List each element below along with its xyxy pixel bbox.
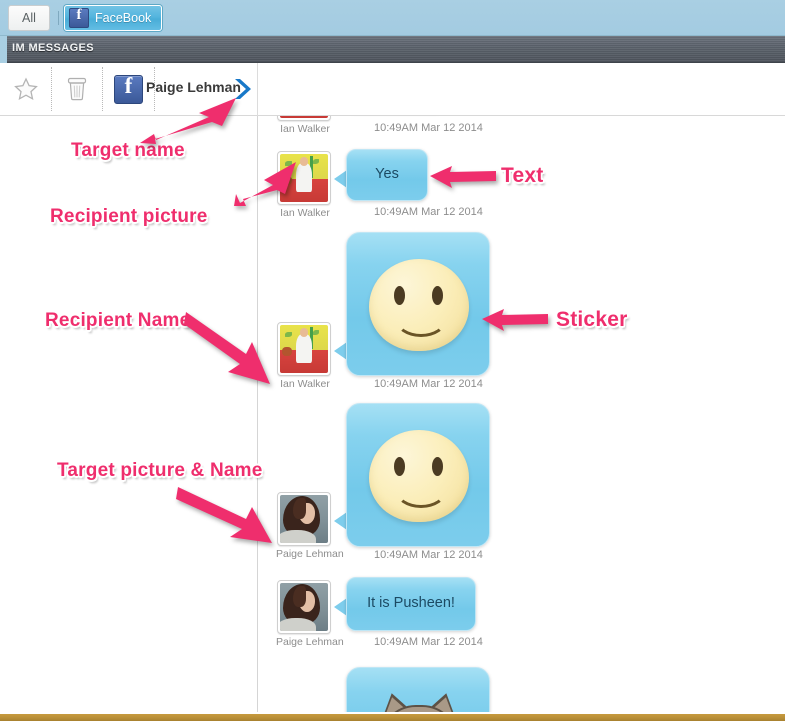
- annotation-target-picture-name: Target picture & Name: [57, 460, 263, 481]
- tab-all-label: All: [22, 11, 36, 25]
- message-timestamp: 10:49AM Mar 12 2014: [374, 378, 483, 390]
- smiley-face-sticker: [369, 259, 469, 351]
- message-list[interactable]: Ian Walker Help me 10:49AM Mar 12 2014 I…: [258, 116, 785, 721]
- message-sender-name: Paige Lehman: [276, 636, 344, 648]
- message-sender-name: Ian Walker: [280, 123, 330, 135]
- sticker-bubble[interactable]: [346, 403, 490, 547]
- message-timestamp: 10:49AM Mar 12 2014: [374, 122, 483, 134]
- message-timestamp: 10:49AM Mar 12 2014: [374, 549, 483, 561]
- annotation-arrow: [234, 160, 304, 208]
- message-timestamp: 10:49AM Mar 12 2014: [374, 206, 483, 218]
- im-messages-header: IM MESSAGES: [0, 36, 785, 63]
- tab-facebook-label: FaceBook: [95, 11, 152, 25]
- sticker-bubble[interactable]: [346, 232, 490, 376]
- target-name-label: Paige Lehman: [146, 79, 241, 95]
- message-sender-name: Ian Walker: [280, 378, 330, 390]
- avatar[interactable]: Ian Walker: [277, 322, 334, 390]
- tab-divider: [58, 11, 59, 25]
- annotation-recipient-picture: Recipient picture: [50, 206, 208, 227]
- message-sender-name: Paige Lehman: [276, 548, 344, 560]
- delete-button[interactable]: [52, 63, 102, 115]
- annotation-arrow: [184, 310, 282, 388]
- toolbar-pane-divider: [257, 63, 258, 116]
- annotation-arrow: [428, 163, 498, 193]
- top-tab-strip: All FaceBook: [0, 0, 785, 36]
- annotation-sticker: Sticker: [556, 308, 628, 331]
- avatar[interactable]: Ian Walker: [277, 116, 334, 135]
- star-button[interactable]: [0, 63, 51, 115]
- message-sender-name: Ian Walker: [280, 207, 330, 219]
- annotation-recipient-name: Recipient Name: [45, 310, 191, 331]
- tab-all[interactable]: All: [8, 5, 50, 31]
- facebook-icon: [69, 7, 89, 28]
- tab-facebook[interactable]: FaceBook: [64, 5, 162, 31]
- message-text: It is Pusheen!: [367, 595, 455, 611]
- message-bubble[interactable]: It is Pusheen!: [346, 577, 476, 631]
- message-timestamp: 10:49AM Mar 12 2014: [374, 636, 483, 648]
- annotation-arrow: [480, 306, 550, 336]
- conversation-toolbar: Paige Lehman: [0, 63, 785, 116]
- message-bubble[interactable]: Yes: [346, 149, 428, 201]
- message-text: Yes: [375, 166, 399, 182]
- smiley-face-sticker: [369, 430, 469, 522]
- header-left-accent: [0, 36, 7, 63]
- bottom-status-strip: [0, 714, 785, 721]
- annotation-text: Text: [501, 164, 544, 187]
- annotation-arrow: [136, 96, 248, 144]
- avatar[interactable]: Paige Lehman: [276, 580, 344, 648]
- annotation-arrow: [176, 485, 286, 547]
- section-title: IM MESSAGES: [12, 42, 95, 54]
